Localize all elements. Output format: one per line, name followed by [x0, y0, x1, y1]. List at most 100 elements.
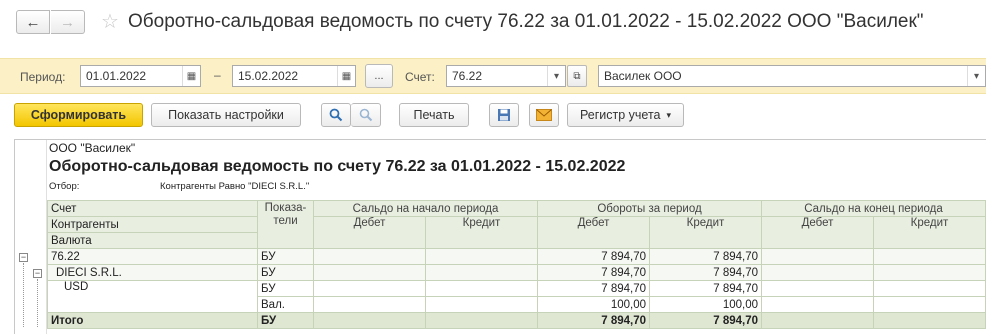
- register-dropdown-button[interactable]: Регистр учета ▾: [567, 103, 684, 127]
- cell-opening-debit: [313, 248, 426, 265]
- page-title: Оборотно-сальдовая ведомость по счету 76…: [128, 11, 924, 32]
- open-icon[interactable]: ⧉: [567, 65, 587, 87]
- filter-label: Отбор:: [49, 181, 80, 192]
- cell-opening-credit: [425, 280, 538, 297]
- cell-opening-credit: [425, 264, 538, 281]
- arrow-right-icon: →: [60, 13, 75, 31]
- header-currency: Валюта: [47, 232, 258, 249]
- header-closing-balance: Сальдо на конец периода: [761, 200, 986, 217]
- cell-closing-debit: [761, 248, 874, 265]
- period-select-button[interactable]: ...: [365, 64, 393, 88]
- calendar-icon[interactable]: ▦: [182, 66, 200, 86]
- account-label: Счет:: [405, 70, 435, 84]
- total-opening-debit: [313, 312, 426, 329]
- parameters-panel: Период: 01.01.2022 ▦ – 15.02.2022 ▦ ... …: [0, 58, 986, 94]
- calendar-icon[interactable]: ▦: [337, 66, 355, 86]
- total-row[interactable]: Итого БУ 7 894,70 7 894,70: [47, 312, 986, 329]
- cell-turnover-credit: 7 894,70: [649, 264, 762, 281]
- favorite-star-icon[interactable]: ☆: [101, 9, 119, 34]
- row-indicator: БУ: [257, 248, 314, 265]
- cell-closing-debit: [761, 296, 874, 313]
- cell-opening-debit: [313, 296, 426, 313]
- date-from-input[interactable]: 01.01.2022 ▦: [80, 65, 201, 87]
- dropdown-icon[interactable]: ▾: [547, 66, 565, 86]
- report-document: − − ООО "Василек" Оборотно-сальдовая вед…: [14, 139, 986, 334]
- cell-turnover-credit: 100,00: [649, 296, 762, 313]
- report-organization: ООО "Василек": [49, 141, 136, 155]
- organization-value: Василек ООО: [604, 69, 682, 83]
- back-button[interactable]: ←: [16, 10, 50, 34]
- row-indicator: Вал.: [257, 296, 314, 313]
- email-button[interactable]: [529, 103, 559, 127]
- arrow-left-icon: ←: [25, 13, 41, 31]
- cell-turnover-debit: 7 894,70: [537, 264, 650, 281]
- header-turnover-credit: Кредит: [649, 216, 762, 249]
- register-label: Регистр учета: [579, 108, 661, 122]
- chevron-down-icon: ▾: [666, 109, 672, 120]
- search-icon: [329, 108, 343, 122]
- print-button[interactable]: Печать: [399, 103, 469, 127]
- cell-closing-credit: [873, 296, 986, 313]
- collapse-counterparty-icon[interactable]: −: [33, 269, 42, 278]
- forward-button[interactable]: →: [51, 10, 85, 34]
- cell-closing-credit: [873, 280, 986, 297]
- search-clear-icon: [359, 108, 372, 122]
- period-dash: –: [214, 68, 221, 82]
- header-opening-balance: Сальдо на начало периода: [313, 200, 538, 217]
- cell-turnover-debit: 100,00: [537, 296, 650, 313]
- cell-closing-debit: [761, 280, 874, 297]
- search-button[interactable]: [321, 103, 351, 127]
- save-button[interactable]: [489, 103, 519, 127]
- table-row[interactable]: USD БУ 7 894,70 7 894,70: [47, 280, 986, 313]
- title-bar: ← → ☆ Оборотно-сальдовая ведомость по сч…: [0, 0, 986, 46]
- account-input[interactable]: 76.22 ▾: [446, 65, 566, 87]
- date-from-value: 01.01.2022: [86, 69, 147, 83]
- save-icon: [498, 109, 510, 121]
- cell-opening-debit: [313, 264, 426, 281]
- table-row[interactable]: DIECI S.R.L. БУ 7 894,70 7 894,70: [47, 264, 986, 281]
- tree-line: [23, 263, 24, 327]
- period-label: Период:: [20, 70, 66, 84]
- table-row[interactable]: 76.22 БУ 7 894,70 7 894,70: [47, 248, 986, 265]
- header-closing-credit: Кредит: [873, 216, 986, 249]
- header-turnover-debit: Дебет: [537, 216, 650, 249]
- tree-line: [37, 279, 38, 327]
- header-row: Счет Показа- тели Сальдо на начало перио…: [47, 200, 986, 249]
- total-turnover-debit: 7 894,70: [537, 312, 650, 329]
- cell-turnover-debit: 7 894,70: [537, 280, 650, 297]
- dropdown-icon[interactable]: ▾: [967, 66, 985, 86]
- header-closing-debit: Дебет: [761, 216, 874, 249]
- total-label: Итого: [47, 312, 258, 329]
- header-opening-debit: Дебет: [313, 216, 426, 249]
- row-indicator: БУ: [257, 280, 314, 297]
- header-turnover: Обороты за период: [537, 200, 762, 217]
- header-indicators: Показа- тели: [257, 200, 314, 249]
- total-opening-credit: [425, 312, 538, 329]
- collapse-account-icon[interactable]: −: [19, 253, 28, 262]
- search-reset-button[interactable]: [351, 103, 381, 127]
- total-closing-debit: [761, 312, 874, 329]
- cell-opening-credit: [425, 296, 538, 313]
- cell-opening-credit: [425, 248, 538, 265]
- header-row: Контрагенты Дебет Кредит Дебет Кредит Де…: [47, 216, 986, 249]
- header-account: Счет: [47, 200, 258, 217]
- organization-input[interactable]: Василек ООО ▾: [598, 65, 986, 87]
- row-currency: USD: [47, 280, 258, 313]
- cell-closing-credit: [873, 248, 986, 265]
- total-indicator: БУ: [257, 312, 314, 329]
- envelope-icon: [536, 109, 552, 121]
- row-account: 76.22: [47, 248, 258, 265]
- generate-button[interactable]: Сформировать: [14, 103, 143, 127]
- cell-closing-debit: [761, 264, 874, 281]
- header-counterparties: Контрагенты: [47, 216, 258, 233]
- total-turnover-credit: 7 894,70: [649, 312, 762, 329]
- cell-turnover-credit: 7 894,70: [649, 248, 762, 265]
- account-value: 76.22: [452, 69, 483, 83]
- show-settings-button[interactable]: Показать настройки: [151, 103, 301, 127]
- date-to-value: 15.02.2022: [238, 69, 299, 83]
- date-to-input[interactable]: 15.02.2022 ▦: [232, 65, 356, 87]
- cell-turnover-debit: 7 894,70: [537, 248, 650, 265]
- turnover-balance-table: Счет Показа- тели Сальдо на начало перио…: [47, 200, 986, 329]
- header-opening-credit: Кредит: [425, 216, 538, 249]
- row-indicator: БУ: [257, 264, 314, 281]
